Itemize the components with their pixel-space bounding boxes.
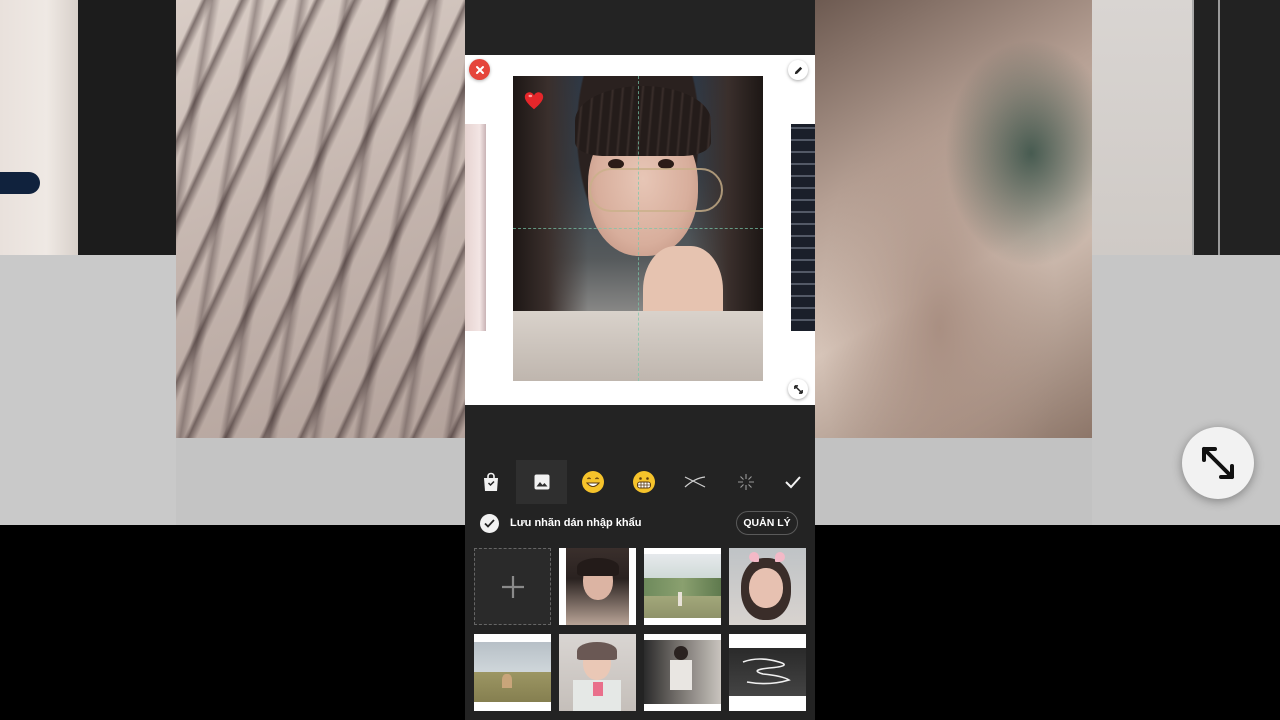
plus-icon — [501, 575, 524, 598]
grimacing-emoji-icon — [632, 471, 655, 493]
checkmark-icon — [484, 519, 495, 528]
background-right-edge — [1192, 0, 1280, 255]
delete-sticker-button[interactable] — [469, 59, 490, 80]
background-left-below — [176, 438, 465, 525]
editor-canvas[interactable] — [465, 55, 815, 405]
pencil-icon — [794, 66, 802, 74]
background-right-top — [1092, 0, 1192, 255]
sparkle-icon — [737, 474, 754, 490]
manage-button[interactable]: QUẢN LÝ — [736, 511, 798, 535]
sticker-toolbar — [465, 460, 815, 504]
resize-sticker-button[interactable] — [788, 379, 808, 399]
grinning-emoji-icon — [581, 471, 604, 493]
tool-emoji-grin[interactable] — [567, 460, 618, 504]
add-sticker-button[interactable] — [474, 548, 551, 625]
tool-store[interactable] — [465, 460, 516, 504]
tool-image[interactable] — [516, 460, 567, 504]
tool-scribble[interactable] — [669, 460, 720, 504]
sticker-room-photo[interactable] — [644, 634, 721, 711]
close-icon — [475, 65, 484, 74]
screen: Lưu nhãn dán nhập khẩu QUẢN LÝ — [0, 0, 1280, 720]
import-sticker-label: Lưu nhãn dán nhập khẩu — [510, 517, 642, 529]
center-guide-horizontal — [513, 228, 763, 229]
background-left-photo — [176, 0, 465, 438]
image-icon — [534, 474, 549, 490]
checkmark-icon — [785, 476, 801, 489]
background-right-gray — [1092, 255, 1280, 525]
background-right-below — [815, 438, 1092, 525]
sticker-girl-cat-ears[interactable] — [729, 548, 806, 625]
save-import-checkbox[interactable] — [480, 514, 499, 533]
background-right-photo — [815, 0, 1092, 438]
background-left-gray — [0, 255, 176, 525]
heart-sticker-icon — [524, 92, 544, 110]
sticker-field-landscape[interactable] — [644, 548, 721, 625]
tool-sparkle[interactable] — [720, 460, 771, 504]
expand-button[interactable] — [1182, 427, 1254, 499]
background-left-edge — [0, 0, 78, 255]
edit-sticker-button[interactable] — [788, 60, 808, 80]
phone-screen: Lưu nhãn dán nhập khẩu QUẢN LÝ — [465, 0, 815, 720]
confirm-button[interactable] — [771, 460, 815, 504]
glasses — [589, 168, 723, 212]
sticker-photo[interactable] — [513, 76, 763, 381]
expand-arrows-icon — [1202, 447, 1234, 479]
sticker-scribble-text[interactable] — [729, 634, 806, 711]
tool-emoji-grimace[interactable] — [618, 460, 669, 504]
adjacent-photo-left — [465, 124, 486, 331]
sticker-girl-glasses[interactable] — [559, 548, 636, 625]
sticker-girl-mirror[interactable] — [559, 634, 636, 711]
import-sticker-row: Lưu nhãn dán nhập khẩu QUẢN LÝ — [465, 504, 815, 544]
shopping-bag-icon — [483, 472, 498, 491]
sticker-field-sky[interactable] — [474, 634, 551, 711]
adjacent-photo-right — [791, 124, 815, 331]
resize-arrows-icon — [793, 384, 803, 394]
scribble-icon — [684, 476, 705, 488]
top-bar — [465, 0, 815, 55]
